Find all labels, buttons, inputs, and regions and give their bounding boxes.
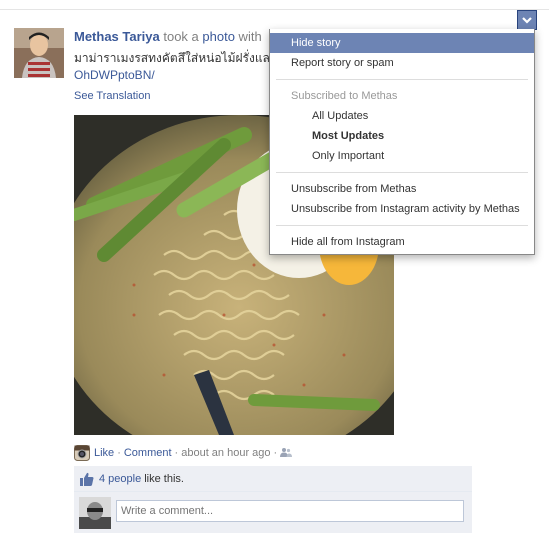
menu-item-all-updates[interactable]: All Updates bbox=[270, 106, 534, 126]
top-divider bbox=[0, 9, 549, 10]
separator-dot: · bbox=[174, 447, 179, 459]
like-link[interactable]: Like bbox=[94, 447, 114, 459]
viewer-avatar bbox=[79, 497, 111, 529]
comment-composer bbox=[74, 493, 472, 531]
menu-item-only-important[interactable]: Only Important bbox=[270, 146, 534, 166]
story-options-button[interactable] bbox=[517, 10, 537, 30]
chevron-down-icon bbox=[518, 11, 536, 29]
comment-link[interactable]: Comment bbox=[124, 447, 172, 459]
menu-separator bbox=[276, 172, 528, 173]
feedback-box: 4 people like this. bbox=[74, 466, 472, 533]
privacy-friends-icon[interactable] bbox=[280, 447, 293, 460]
menu-item-hide-all-instagram[interactable]: Hide all from Instagram bbox=[270, 232, 534, 252]
likers-link[interactable]: 4 people bbox=[99, 473, 141, 485]
photo-link[interactable]: photo bbox=[202, 29, 235, 44]
like-thumb-icon bbox=[80, 472, 94, 486]
message-link[interactable]: OhDWPptoBN/ bbox=[74, 67, 155, 83]
menu-item-unsubscribe[interactable]: Unsubscribe from Methas bbox=[270, 179, 534, 199]
menu-item-report-story[interactable]: Report story or spam bbox=[270, 53, 534, 73]
menu-item-unsubscribe-instagram[interactable]: Unsubscribe from Instagram activity by M… bbox=[270, 199, 534, 219]
actor-avatar[interactable] bbox=[14, 28, 64, 78]
separator-dot: · bbox=[273, 447, 278, 459]
separator-dot: · bbox=[117, 447, 121, 459]
story-options-menu: Hide story Report story or spam Subscrib… bbox=[269, 29, 535, 255]
menu-item-most-updates[interactable]: Most Updates bbox=[270, 126, 534, 146]
story-actions: Like · Comment · about an hour ago · bbox=[74, 445, 293, 461]
menu-separator bbox=[276, 225, 528, 226]
comment-input[interactable] bbox=[116, 500, 464, 522]
actor-name-link[interactable]: Methas Tariya bbox=[74, 29, 160, 44]
message-line-1: มาม่าราเมงรสทงคัตสึใส่หน่อไม้ฝรั่งแล bbox=[74, 51, 270, 65]
menu-subscribed-header: Subscribed to Methas bbox=[291, 90, 398, 102]
menu-item-hide-story[interactable]: Hide story bbox=[270, 33, 534, 53]
see-translation-link[interactable]: See Translation bbox=[74, 90, 150, 102]
with-text: with bbox=[234, 29, 262, 44]
instagram-icon bbox=[74, 445, 90, 461]
likes-summary: 4 people like this. bbox=[74, 466, 472, 492]
timestamp[interactable]: about an hour ago bbox=[181, 447, 270, 459]
likes-tail-text: like this. bbox=[144, 472, 184, 485]
menu-separator bbox=[276, 79, 528, 80]
verb-text: took a bbox=[159, 29, 203, 44]
